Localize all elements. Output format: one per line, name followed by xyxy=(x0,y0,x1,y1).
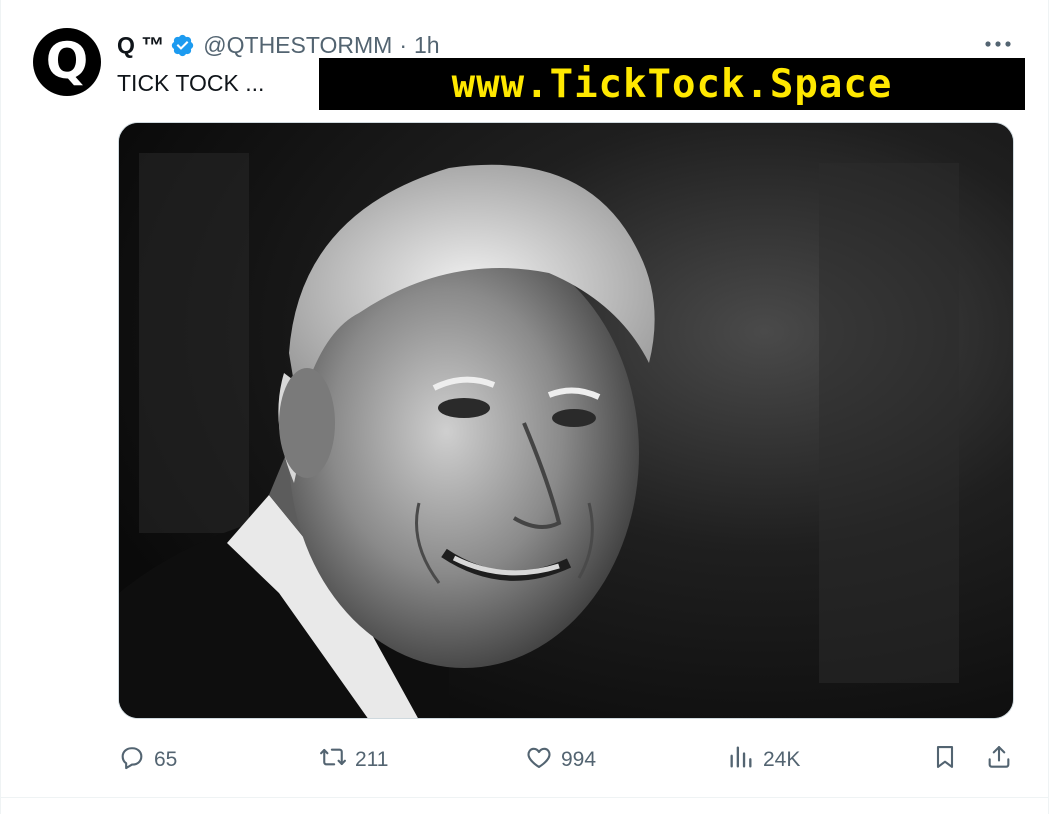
avatar-letter: Q xyxy=(45,32,89,90)
divider xyxy=(1,797,1049,798)
watermark-banner: www.TickTock.Space xyxy=(319,58,1025,110)
retweet-icon xyxy=(319,743,347,777)
watermark-text: www.TickTock.Space xyxy=(451,61,893,107)
like-count: 994 xyxy=(561,748,597,771)
bookmark-icon xyxy=(931,743,959,777)
views-icon xyxy=(727,743,755,777)
retweet-button[interactable]: 211 xyxy=(319,740,388,780)
timestamp[interactable]: 1h xyxy=(414,32,440,59)
reply-count: 65 xyxy=(154,748,178,771)
avatar[interactable]: Q xyxy=(33,28,101,96)
bookmark-button[interactable] xyxy=(931,740,959,780)
reply-icon xyxy=(118,743,146,777)
action-bar: 65 211 994 24K xyxy=(1,740,1049,780)
author-handle[interactable]: @QTHESTORMM xyxy=(203,32,392,59)
share-button[interactable] xyxy=(985,740,1013,780)
tweet-header: Q ™ @QTHESTORMM · 1h xyxy=(117,30,440,60)
views-button[interactable]: 24K xyxy=(727,740,800,780)
views-count: 24K xyxy=(763,748,801,771)
retweet-count: 211 xyxy=(355,748,389,771)
tweet-text: TICK TOCK ... xyxy=(117,70,265,96)
display-name[interactable]: Q ™ xyxy=(117,32,164,59)
portrait-photo xyxy=(119,123,1013,718)
share-icon xyxy=(985,743,1013,777)
like-button[interactable]: 994 xyxy=(525,740,596,780)
tweet-photo[interactable] xyxy=(118,122,1014,719)
separator-dot: · xyxy=(399,31,407,58)
verified-badge-icon xyxy=(170,33,195,58)
heart-icon xyxy=(525,743,553,777)
tweet-card: Q Q ™ @QTHESTORMM · 1h TICK TOCK ... www… xyxy=(0,0,1049,814)
reply-button[interactable]: 65 xyxy=(118,740,177,780)
more-icon[interactable] xyxy=(983,30,1013,58)
